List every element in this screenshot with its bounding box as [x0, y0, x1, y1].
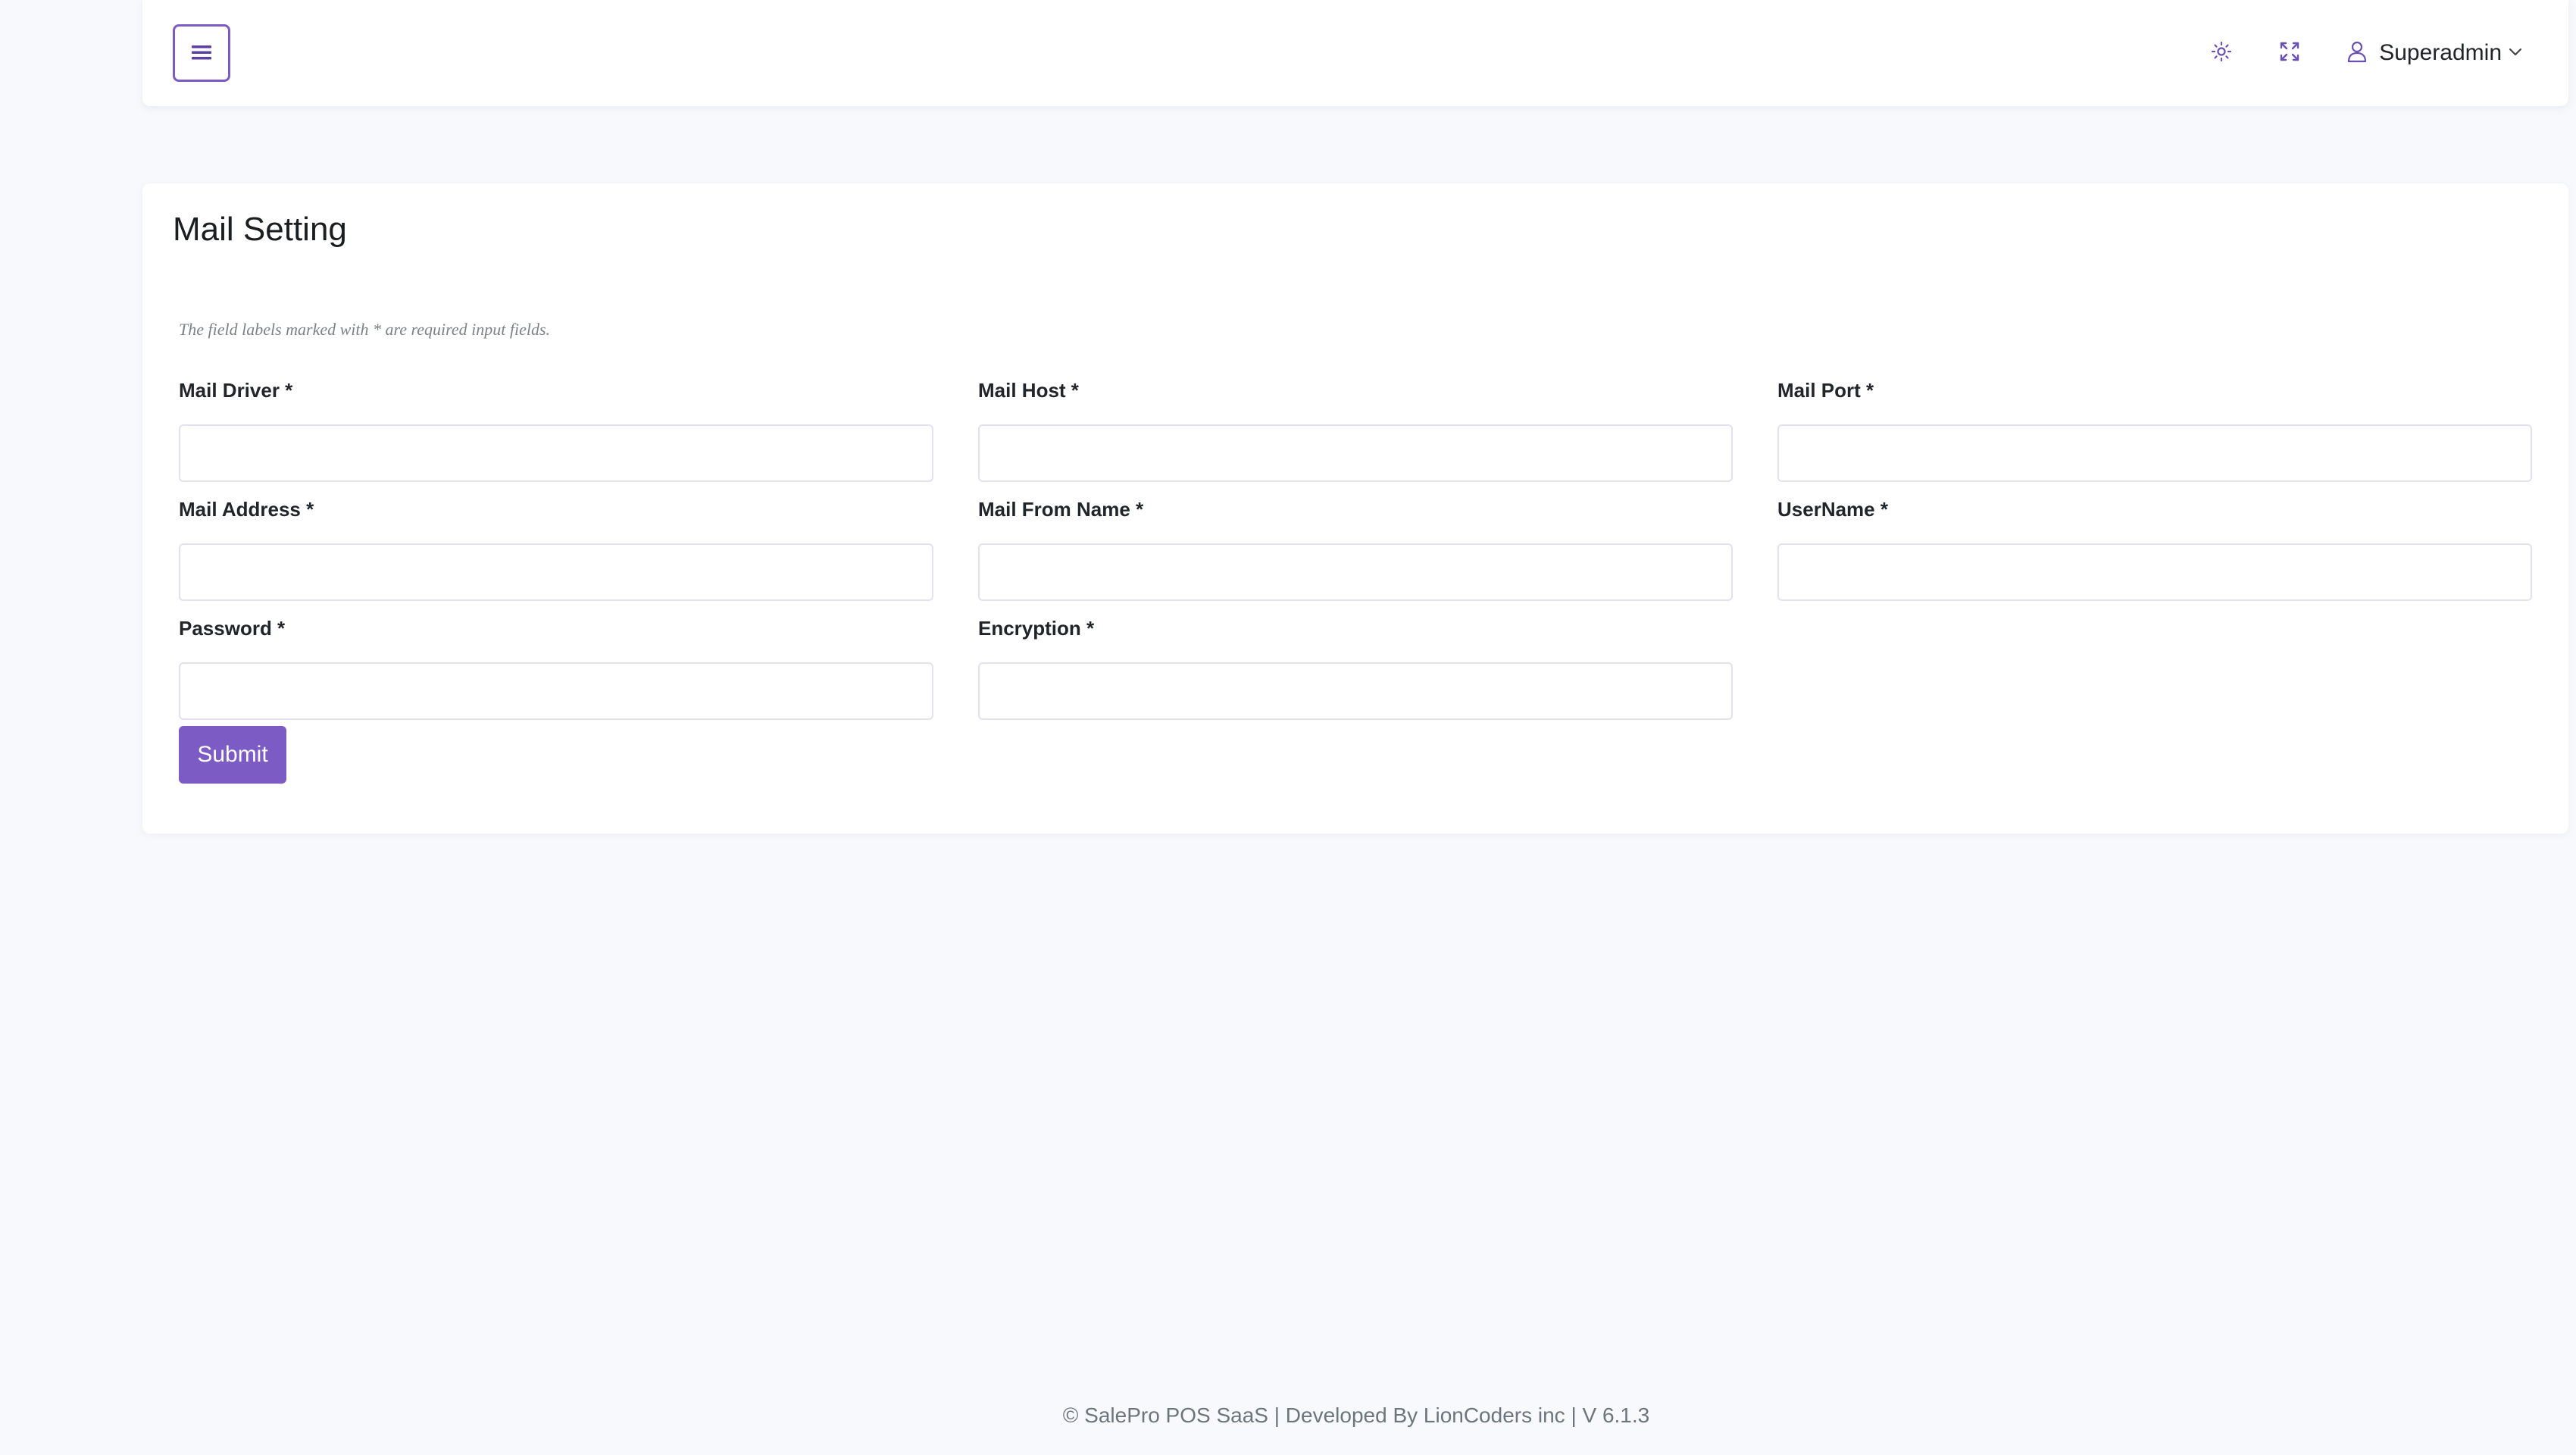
- encryption-label: Encryption *: [978, 617, 1095, 640]
- encryption-input[interactable]: [978, 662, 1733, 720]
- mail-from-name-group: Mail From Name *: [978, 496, 1733, 601]
- sun-icon: [2211, 41, 2232, 66]
- password-group: Password *: [179, 615, 933, 720]
- mail-address-label: Mail Address *: [179, 498, 314, 521]
- mail-host-input[interactable]: [978, 424, 1733, 482]
- user-name: Superadmin: [2379, 40, 2502, 65]
- username-input[interactable]: [1777, 543, 2532, 601]
- user-menu[interactable]: Superadmin: [2347, 40, 2523, 67]
- mail-from-name-label: Mail From Name *: [978, 498, 1144, 521]
- fullscreen-button[interactable]: [2268, 32, 2311, 74]
- expand-icon: [2279, 41, 2300, 66]
- footer-text: © SalePro POS SaaS | Developed By LionCo…: [1062, 1403, 1650, 1427]
- theme-toggle-button[interactable]: [2200, 32, 2243, 74]
- user-icon: [2347, 40, 2367, 67]
- username-group: UserName *: [1777, 496, 2532, 601]
- password-label: Password *: [179, 617, 286, 640]
- chevron-down-icon: [2508, 46, 2523, 61]
- mail-address-input[interactable]: [179, 543, 933, 601]
- mail-port-input[interactable]: [1777, 424, 2532, 482]
- password-input[interactable]: [179, 662, 933, 720]
- mail-from-name-input[interactable]: [978, 543, 1733, 601]
- hamburger-menu-icon: [192, 44, 211, 63]
- mail-address-group: Mail Address *: [179, 496, 933, 601]
- mail-host-group: Mail Host *: [978, 377, 1733, 482]
- username-label: UserName *: [1777, 498, 1888, 521]
- mail-driver-label: Mail Driver *: [179, 379, 293, 402]
- mail-port-label: Mail Port *: [1777, 379, 1874, 402]
- footer: © SalePro POS SaaS | Developed By LionCo…: [0, 1403, 2576, 1428]
- mail-port-group: Mail Port *: [1777, 377, 2532, 482]
- mail-driver-input[interactable]: [179, 424, 933, 482]
- mail-driver-group: Mail Driver *: [179, 377, 933, 482]
- encryption-group: Encryption *: [978, 615, 1733, 720]
- sidebar-toggle-button[interactable]: [173, 24, 230, 82]
- mail-setting-card: Mail Setting The field labels marked wit…: [142, 183, 2568, 834]
- topbar-actions: Superadmin: [2200, 0, 2523, 106]
- required-fields-note: The field labels marked with * are requi…: [179, 320, 551, 339]
- submit-button[interactable]: Submit: [179, 726, 286, 784]
- page-title: Mail Setting: [173, 211, 347, 248]
- mail-host-label: Mail Host *: [978, 379, 1079, 402]
- top-navbar: Superadmin: [142, 0, 2568, 106]
